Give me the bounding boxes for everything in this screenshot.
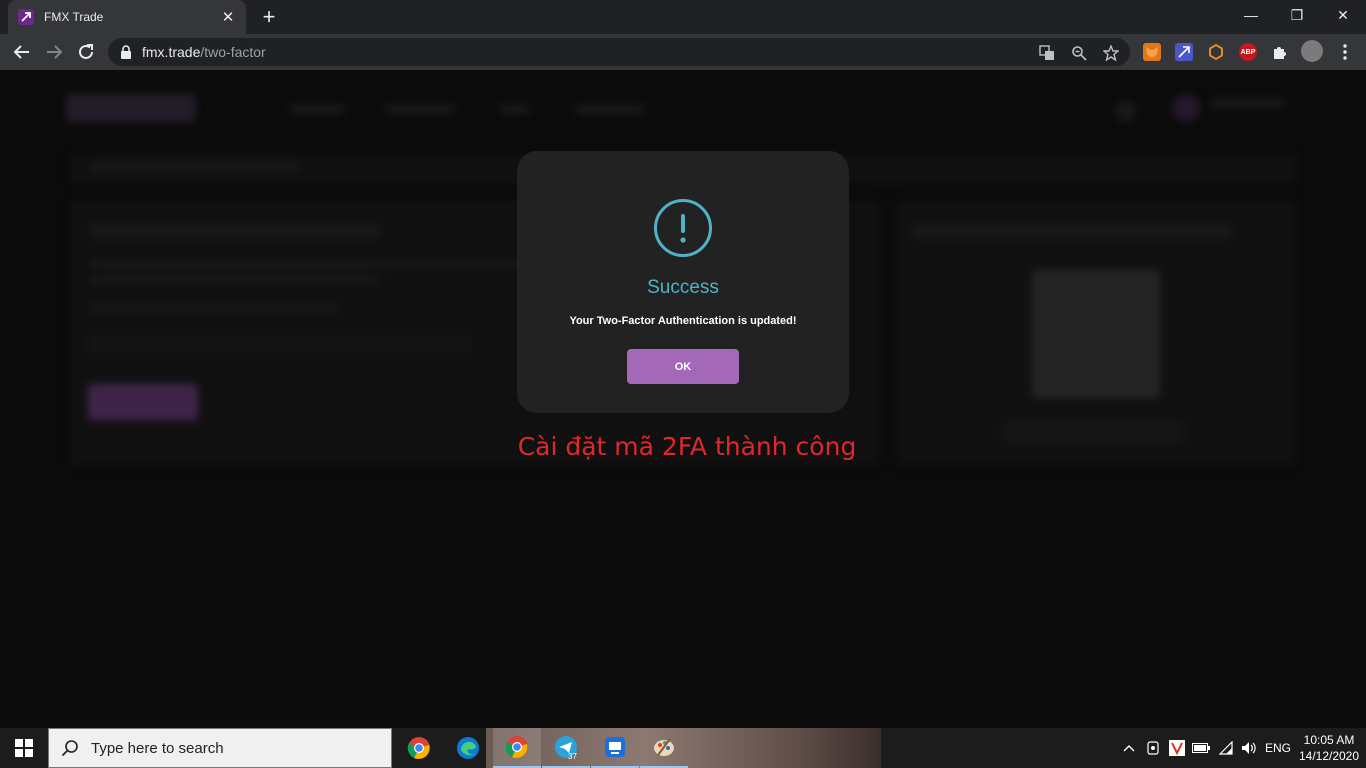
tab-fmx-trade[interactable]: FMX Trade ✕ [8, 0, 246, 34]
profile-avatar[interactable] [1301, 40, 1323, 62]
clock-date: 14/12/2020 [1298, 749, 1360, 763]
cast-icon[interactable] [1175, 43, 1193, 61]
taskbar-search[interactable]: Type here to search [48, 728, 392, 768]
lock-icon [121, 45, 131, 59]
tray-chevron-icon[interactable] [1120, 728, 1138, 768]
search-icon [61, 740, 78, 757]
reload-button[interactable] [74, 40, 98, 64]
ok-button[interactable]: OK [627, 349, 739, 384]
dialog-title: Success [647, 277, 719, 298]
forward-button[interactable] [42, 40, 66, 64]
abp-icon[interactable]: ABP [1239, 43, 1257, 61]
remote-desktop-taskbar-icon[interactable] [591, 728, 639, 768]
back-button[interactable] [10, 40, 34, 64]
fmx-favicon-icon [18, 9, 34, 25]
success-dialog: Success Your Two-Factor Authentication i… [517, 151, 849, 413]
extensions-puzzle-icon[interactable] [1271, 43, 1289, 61]
url-path: /two-factor [200, 44, 266, 60]
tray-battery-icon[interactable] [1191, 728, 1211, 768]
new-tab-button[interactable]: + [258, 6, 280, 28]
address-bar[interactable]: fmx.trade/two-factor [108, 38, 1130, 66]
menu-dots-icon[interactable] [1336, 43, 1354, 61]
close-window-button[interactable]: ✕ [1320, 0, 1366, 30]
tray-volume-icon[interactable] [1239, 728, 1259, 768]
restore-button[interactable]: ❐ [1274, 0, 1320, 30]
metamask-icon[interactable] [1143, 43, 1161, 61]
tab-title: FMX Trade [44, 10, 104, 24]
tray-language[interactable]: ENG [1262, 728, 1294, 768]
forward-arrow-icon [47, 45, 63, 59]
minimize-button[interactable]: — [1228, 0, 1274, 30]
taskbar: Type here to search 37 ENG 10:05 AM 14/1… [0, 728, 1366, 768]
url-host: fmx.trade [142, 44, 201, 60]
telegram-taskbar-icon[interactable]: 37 [542, 728, 590, 768]
bookmark-star-icon[interactable] [1102, 44, 1120, 62]
paint-taskbar-icon[interactable] [640, 728, 688, 768]
search-placeholder: Type here to search [91, 739, 224, 757]
windows-logo-icon [15, 739, 33, 757]
reload-icon [79, 44, 93, 59]
taskbar-clock[interactable]: 10:05 AM 14/12/2020 [1296, 732, 1362, 764]
tray-camera-icon[interactable] [1143, 728, 1163, 768]
tab-close-icon[interactable]: ✕ [220, 8, 236, 26]
chrome-active-taskbar-icon[interactable] [493, 728, 541, 768]
tray-vpn-icon[interactable] [1168, 728, 1186, 768]
tab-strip: FMX Trade ✕ + — ❐ ✕ [0, 0, 1366, 34]
annotation-caption: Cài đặt mã 2FA thành công [517, 432, 857, 461]
translate-icon[interactable] [1038, 44, 1056, 62]
windows-start-button[interactable] [0, 728, 48, 768]
back-arrow-icon [13, 45, 29, 59]
chrome-taskbar-icon[interactable] [395, 728, 443, 768]
exclamation-icon [654, 199, 712, 257]
telegram-badge: 37 [568, 752, 577, 761]
edge-taskbar-icon[interactable] [444, 728, 492, 768]
browser-toolbar: fmx.trade/two-factor ABP [0, 34, 1366, 70]
zoom-icon[interactable] [1070, 44, 1088, 62]
dialog-message: Your Two-Factor Authentication is update… [569, 315, 797, 327]
hex-icon[interactable] [1207, 43, 1225, 61]
tray-wifi-icon[interactable] [1216, 728, 1236, 768]
clock-time: 10:05 AM [1303, 733, 1355, 747]
